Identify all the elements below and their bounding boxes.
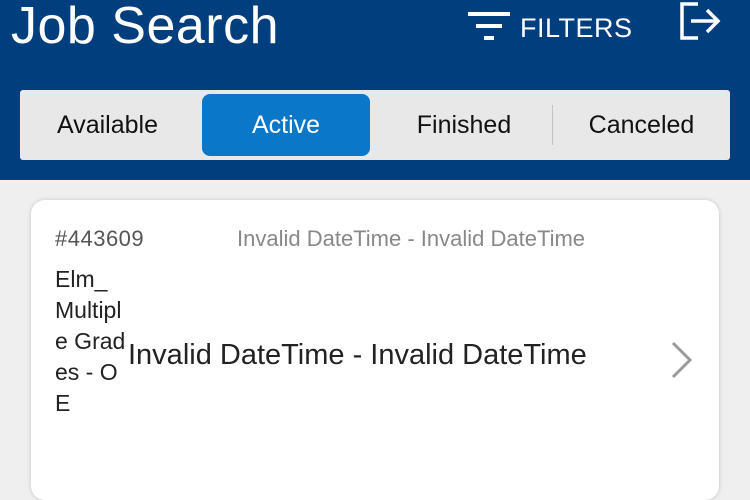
tab-canceled[interactable]: Canceled [553, 94, 730, 156]
job-id: #443609 [55, 226, 145, 251]
filters-label: FILTERS [520, 12, 633, 43]
job-name: Elm_ Multiple Grades - OE [55, 266, 126, 416]
job-card[interactable]: #443609 Invalid DateTime - Invalid DateT… [31, 200, 719, 500]
status-segmented-control: Available Active Finished Canceled [20, 90, 730, 160]
tab-active[interactable]: Active [202, 94, 370, 156]
tab-finished[interactable]: Finished [370, 94, 558, 156]
job-date-range-secondary: Invalid DateTime - Invalid DateTime [237, 226, 586, 251]
filters-button[interactable]: FILTERS [466, 8, 633, 48]
job-date-range-primary: Invalid DateTime - Invalid DateTime [128, 339, 587, 371]
page-title: Job Search [11, 0, 280, 55]
chevron-right-icon[interactable] [667, 340, 697, 380]
tab-available[interactable]: Available [20, 94, 195, 156]
filter-icon [466, 9, 512, 48]
app-header: Job Search FILTERS Available Active Fini… [0, 0, 750, 180]
logout-button[interactable] [676, 0, 722, 44]
logout-icon [680, 2, 721, 40]
